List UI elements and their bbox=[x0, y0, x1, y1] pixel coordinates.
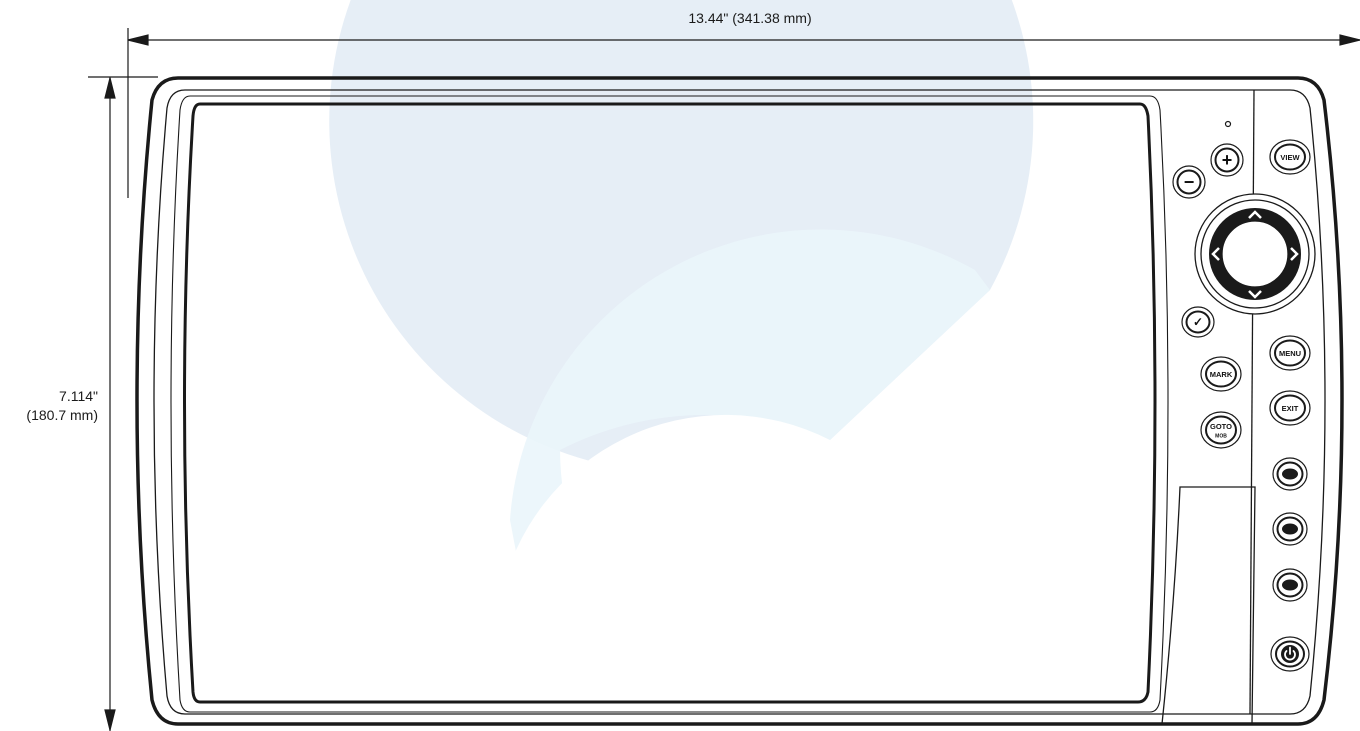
menu-button[interactable]: MENU bbox=[1269, 335, 1311, 371]
exit-button[interactable]: EXIT bbox=[1269, 390, 1311, 426]
soft-key-2[interactable] bbox=[1272, 512, 1308, 546]
view-label: VIEW bbox=[1280, 153, 1300, 162]
check-icon: ✓ bbox=[1193, 315, 1203, 329]
rotary-dial[interactable] bbox=[1194, 193, 1316, 315]
soft-key-3[interactable] bbox=[1272, 568, 1308, 602]
mob-label: MOB bbox=[1215, 433, 1227, 439]
view-button[interactable]: VIEW bbox=[1269, 139, 1311, 175]
device-dimension-diagram: + − ✓ MARK GOTO MOB VIEW MENU EXIT 13.44… bbox=[0, 0, 1360, 731]
zoom-out-button[interactable]: − bbox=[1172, 165, 1206, 199]
power-button[interactable] bbox=[1270, 636, 1310, 672]
check-button[interactable]: ✓ bbox=[1181, 306, 1215, 338]
center-joystick[interactable] bbox=[1221, 220, 1289, 288]
zoom-in-label: + bbox=[1222, 150, 1233, 170]
mark-label: MARK bbox=[1210, 370, 1233, 379]
zoom-in-button[interactable]: + bbox=[1210, 143, 1244, 177]
height-inches-label: 7.114" bbox=[59, 388, 98, 404]
light-sensor-icon bbox=[1224, 120, 1232, 128]
zoom-out-label: − bbox=[1184, 172, 1195, 192]
exit-label: EXIT bbox=[1282, 404, 1299, 413]
menu-label: MENU bbox=[1279, 349, 1301, 358]
card-slot-door bbox=[1161, 486, 1256, 725]
mark-button[interactable]: MARK bbox=[1200, 356, 1242, 392]
width-dimension-label: 13.44" (341.38 mm) bbox=[688, 10, 812, 26]
goto-label: GOTO bbox=[1210, 422, 1232, 431]
soft-key-1[interactable] bbox=[1272, 457, 1308, 491]
height-mm-label: (180.7 mm) bbox=[26, 407, 98, 423]
device-drawing: + − ✓ MARK GOTO MOB VIEW MENU EXIT bbox=[88, 0, 1360, 731]
height-dimension-label: 7.114" (180.7 mm) bbox=[0, 387, 98, 425]
goto-mob-button[interactable]: GOTO MOB bbox=[1200, 411, 1242, 449]
